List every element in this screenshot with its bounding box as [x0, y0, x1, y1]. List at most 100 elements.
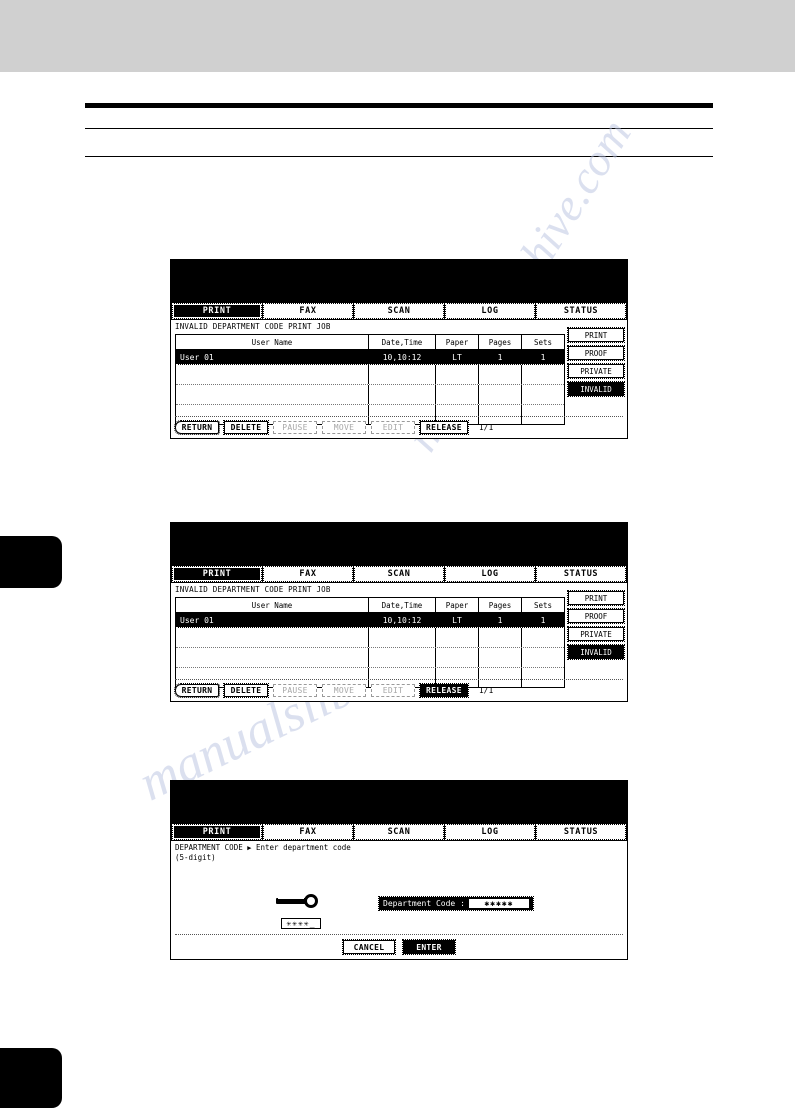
delete-button[interactable]: DELETE	[223, 682, 269, 698]
cell-user-name	[176, 648, 369, 667]
prompt-label: DEPARTMENT CODE	[175, 843, 243, 852]
table-row[interactable]	[176, 648, 564, 668]
lcd-panel-department-code-entry: PRINT FAX SCAN LOG STATUS DEPARTMENT COD…	[170, 780, 628, 960]
release-button[interactable]: RELEASE	[419, 682, 469, 698]
cell-date-time: 10,10:12	[369, 613, 436, 627]
tab-bar-1: PRINT FAX SCAN LOG STATUS	[171, 301, 627, 320]
cell-sets	[522, 365, 564, 384]
col-header-user-name: User Name	[176, 598, 369, 612]
col-header-date-time: Date,Time	[369, 598, 436, 612]
cell-pages: 1	[479, 613, 522, 627]
table-row[interactable]	[176, 628, 564, 648]
job-table: User Name Date,Time Paper Pages Sets Use…	[175, 334, 565, 425]
lcd-body-1: INVALID DEPARTMENT CODE PRINT JOB User N…	[171, 320, 627, 438]
job-type-filter-buttons: PRINT PROOF PRIVATE INVALID	[567, 327, 625, 397]
tab-log[interactable]: LOG	[445, 302, 535, 319]
tab-print[interactable]: PRINT	[172, 302, 262, 319]
cell-pages	[479, 385, 522, 404]
table-row[interactable]	[176, 385, 564, 405]
page-indicator: 1/1	[478, 422, 494, 432]
department-code-field[interactable]: Department Code : ✱✱✱✱✱	[378, 896, 534, 911]
filter-button-private[interactable]: PRIVATE	[567, 363, 625, 379]
department-code-prompt: DEPARTMENT CODE ▶ Enter department code …	[171, 841, 627, 863]
tab-status[interactable]: STATUS	[536, 302, 626, 319]
tab-scan[interactable]: SCAN	[354, 302, 444, 319]
side-tab-marker-middle	[0, 536, 62, 588]
filter-button-invalid[interactable]: INVALID	[567, 381, 625, 397]
filter-button-private[interactable]: PRIVATE	[567, 626, 625, 642]
cell-date-time	[369, 628, 436, 647]
tab-bar-2: PRINT FAX SCAN LOG STATUS	[171, 564, 627, 583]
department-code-input[interactable]: ✱✱✱✱✱	[468, 899, 529, 908]
table-row[interactable]: User 01 10,10:12 LT 1 1	[176, 613, 564, 628]
enter-button[interactable]: ENTER	[402, 939, 456, 955]
cell-user-name	[176, 628, 369, 647]
lcd-panel-job-list-release-selected: PRINT FAX SCAN LOG STATUS INVALID DEPART…	[170, 522, 628, 702]
key-icon	[276, 893, 326, 909]
col-header-paper: Paper	[436, 335, 479, 349]
cell-paper: LT	[436, 350, 479, 364]
release-button[interactable]: RELEASE	[419, 419, 469, 435]
tab-log[interactable]: LOG	[445, 823, 535, 840]
panel-caption: INVALID DEPARTMENT CODE PRINT JOB	[175, 322, 331, 331]
col-header-user-name: User Name	[176, 335, 369, 349]
header-rule-thick	[85, 103, 713, 108]
tab-status[interactable]: STATUS	[536, 565, 626, 582]
page-indicator: 1/1	[478, 685, 494, 695]
return-button[interactable]: RETURN	[174, 682, 220, 698]
filter-button-invalid[interactable]: INVALID	[567, 644, 625, 660]
pause-button: PAUSE	[273, 420, 317, 434]
tab-print[interactable]: PRINT	[172, 565, 262, 582]
header-rule-thin-top	[85, 128, 713, 130]
table-row[interactable]	[176, 365, 564, 385]
cell-user-name	[176, 385, 369, 404]
cell-date-time	[369, 385, 436, 404]
panel-toolbar: RETURN DELETE PAUSE MOVE EDIT RELEASE 1/…	[174, 416, 623, 435]
tab-status[interactable]: STATUS	[536, 823, 626, 840]
cell-sets	[522, 385, 564, 404]
tab-scan[interactable]: SCAN	[354, 565, 444, 582]
side-tab-marker-bottom	[0, 1048, 62, 1108]
cell-pages	[479, 628, 522, 647]
filter-button-print[interactable]: PRINT	[567, 590, 625, 606]
job-table: User Name Date,Time Paper Pages Sets Use…	[175, 597, 565, 688]
cell-pages: 1	[479, 350, 522, 364]
col-header-sets: Sets	[533, 337, 553, 347]
tab-print[interactable]: PRINT	[172, 823, 262, 840]
col-header-pages: Pages	[479, 598, 522, 612]
pause-button: PAUSE	[273, 683, 317, 697]
filter-button-proof[interactable]: PROOF	[567, 608, 625, 624]
lcd-status-area-3	[171, 781, 627, 822]
cancel-button[interactable]: CANCEL	[342, 939, 396, 955]
lcd-panel-job-list-invalid: PRINT FAX SCAN LOG STATUS INVALID DEPART…	[170, 259, 628, 439]
filter-button-print[interactable]: PRINT	[567, 327, 625, 343]
job-table-header: User Name Date,Time Paper Pages Sets	[176, 598, 564, 613]
panel-caption: INVALID DEPARTMENT CODE PRINT JOB	[175, 585, 331, 594]
job-type-filter-buttons: PRINT PROOF PRIVATE INVALID	[567, 590, 625, 660]
job-table-header: User Name Date,Time Paper Pages Sets	[176, 335, 564, 350]
col-header-pages: Pages	[479, 335, 522, 349]
cell-sets	[522, 628, 564, 647]
edit-button: EDIT	[371, 420, 415, 434]
tab-fax[interactable]: FAX	[263, 823, 353, 840]
cell-user-name	[176, 365, 369, 384]
filter-button-proof[interactable]: PROOF	[567, 345, 625, 361]
key-mask-value: ✳✳✳✳_	[281, 918, 321, 929]
cell-date-time	[369, 648, 436, 667]
table-row[interactable]: User 01 10,10:12 LT 1 1	[176, 350, 564, 365]
department-code-label: Department Code :	[383, 899, 465, 908]
tab-log[interactable]: LOG	[445, 565, 535, 582]
tab-fax[interactable]: FAX	[263, 565, 353, 582]
cell-date-time: 10,10:12	[369, 350, 436, 364]
return-button[interactable]: RETURN	[174, 419, 220, 435]
move-button: MOVE	[322, 420, 366, 434]
tab-scan[interactable]: SCAN	[354, 823, 444, 840]
arrow-right-icon: ▶	[247, 844, 252, 852]
tab-fax[interactable]: FAX	[263, 302, 353, 319]
prompt-instruction: Enter department code	[255, 843, 351, 852]
delete-button[interactable]: DELETE	[223, 419, 269, 435]
cell-pages	[479, 365, 522, 384]
col-header-paper: Paper	[436, 598, 479, 612]
cell-date-time	[369, 365, 436, 384]
tab-bar-3: PRINT FAX SCAN LOG STATUS	[171, 822, 627, 841]
